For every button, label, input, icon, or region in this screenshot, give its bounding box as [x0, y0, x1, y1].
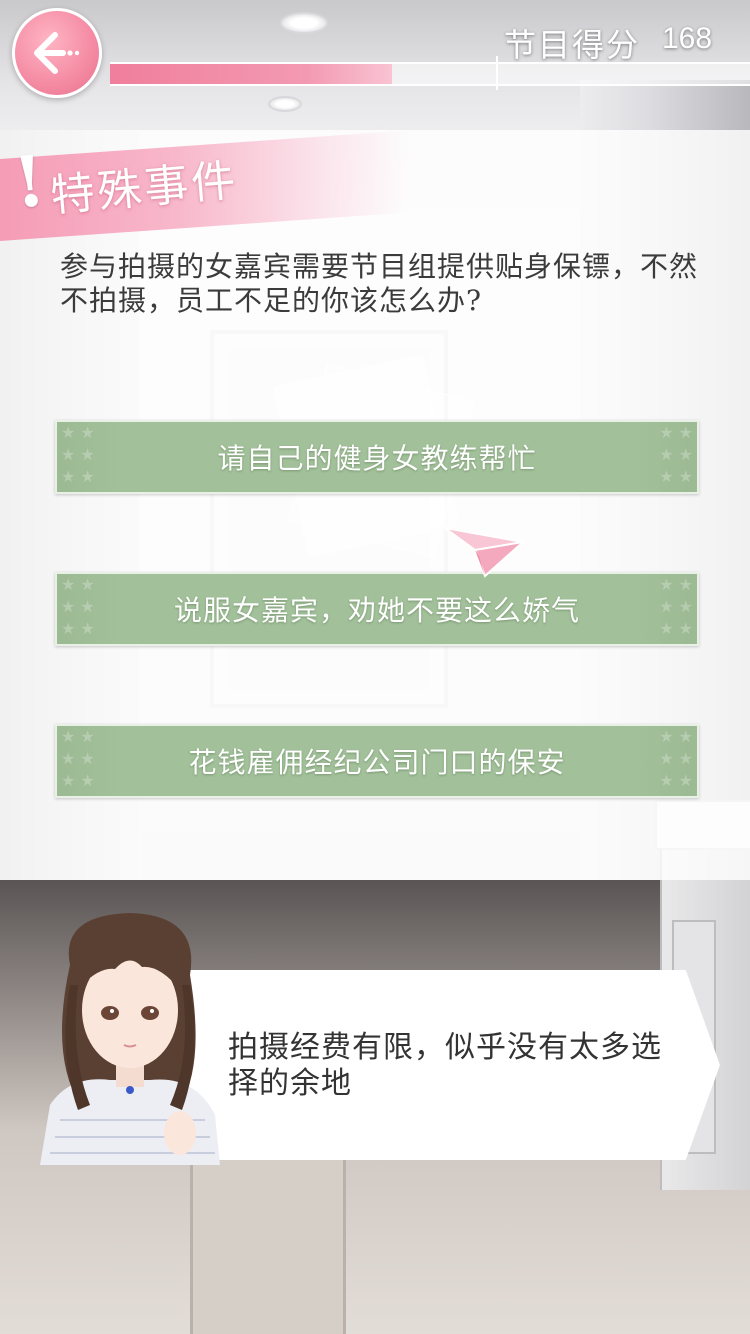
star-pattern: ★ ★ ★ ★ ★ ★: [61, 575, 95, 638]
choice-label: 请自己的健身女教练帮忙: [217, 442, 537, 475]
event-question: 参与拍摄的女嘉宾需要节目组提供贴身保镖，不然不拍摄，员工不足的你该怎么办?: [60, 250, 699, 317]
ceiling-light: [280, 12, 328, 34]
star-pattern: ★ ★ ★ ★ ★ ★: [659, 727, 693, 790]
star-pattern: ★ ★ ★ ★ ★ ★: [61, 727, 95, 790]
star-pattern: ★ ★ ★ ★ ★ ★: [659, 575, 693, 638]
choice-button-1[interactable]: ★ ★ ★ ★ ★ ★ 请自己的健身女教练帮忙 ★ ★ ★ ★ ★ ★: [55, 420, 699, 494]
star-pattern: ★ ★ ★ ★ ★ ★: [659, 423, 693, 486]
choice-button-2[interactable]: ★ ★ ★ ★ ★ ★ 说服女嘉宾，劝她不要这么娇气 ★ ★ ★ ★ ★ ★: [55, 572, 699, 646]
score-label: 节目得分: [504, 26, 641, 64]
character-portrait: [40, 913, 220, 1165]
score-progress-marker: [496, 56, 498, 90]
star-pattern: ★ ★ ★ ★ ★ ★: [61, 423, 95, 486]
score-value: 168: [662, 22, 713, 55]
paper-plane-icon: [445, 527, 525, 578]
score-progress-fill: [110, 64, 392, 84]
back-button[interactable]: [12, 8, 102, 98]
score-progress-bar: [110, 56, 750, 90]
ceiling-light: [268, 96, 302, 112]
choice-label: 花钱雇佣经纪公司门口的保安: [188, 746, 566, 779]
choice-button-3[interactable]: ★ ★ ★ ★ ★ ★ 花钱雇佣经纪公司门口的保安 ★ ★ ★ ★ ★ ★: [55, 724, 699, 798]
arrow-left-icon: [34, 32, 80, 74]
choice-label: 说服女嘉宾，劝她不要这么娇气: [173, 594, 580, 627]
dialog-text: 拍摄经费有限，似乎没有太多选择的余地: [228, 1030, 662, 1101]
